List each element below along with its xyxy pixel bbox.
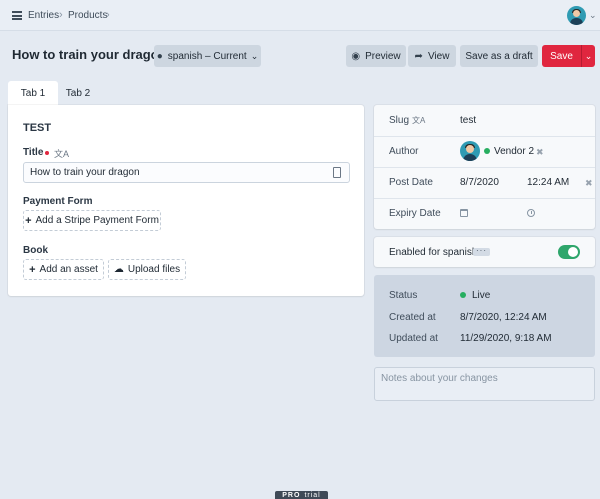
calendar-icon[interactable] xyxy=(460,209,468,217)
status-value: Live xyxy=(472,290,491,301)
title-input[interactable]: How to train your dragon xyxy=(23,162,350,183)
enabled-label: Enabled for spanish xyxy=(389,247,478,258)
upload-files-button[interactable]: ☁ Upload files xyxy=(108,259,186,280)
view-label: View xyxy=(427,50,450,62)
chevron-down-icon[interactable]: ⌄ xyxy=(589,10,597,21)
clear-post-date-icon[interactable]: ✖ xyxy=(585,178,593,189)
share-icon: ➦ xyxy=(414,50,423,62)
translate-icon: 文A xyxy=(412,116,426,125)
badge-trial: trial xyxy=(304,492,321,499)
save-draft-label: Save as a draft xyxy=(465,50,533,62)
post-time-input[interactable]: 12:24 AM xyxy=(527,177,569,188)
divider xyxy=(374,167,595,168)
post-date-input[interactable]: 8/7/2020 xyxy=(460,177,499,188)
breadcrumb-entries[interactable]: Entries xyxy=(28,10,59,21)
slug-input[interactable]: test xyxy=(460,115,476,126)
author-avatar xyxy=(460,141,480,161)
main-card: TEST Title 文A How to train your dragon P… xyxy=(8,105,364,296)
notes-placeholder: Notes about your changes xyxy=(381,373,498,384)
more-options-icon[interactable]: ··· xyxy=(473,247,490,256)
created-label: Created at xyxy=(389,312,436,323)
add-asset-label: Add an asset xyxy=(39,264,98,275)
status-dot xyxy=(484,148,490,154)
post-date-label: Post Date xyxy=(389,177,433,188)
created-value: 8/7/2020, 12:24 AM xyxy=(460,312,547,323)
clock-icon[interactable] xyxy=(527,209,535,217)
book-label: Book xyxy=(23,245,48,256)
add-stripe-payment-form-button[interactable]: + Add a Stripe Payment Form xyxy=(23,210,161,231)
status-label: Status xyxy=(389,290,418,301)
tab-2[interactable]: Tab 2 xyxy=(58,81,98,105)
badge-pro: PRO xyxy=(282,492,301,499)
locale-switcher[interactable]: ● spanish – Current ⌄ xyxy=(154,45,261,67)
title-input-value: How to train your dragon xyxy=(30,167,140,178)
required-indicator xyxy=(45,151,49,155)
enabled-card: Enabled for spanish ··· xyxy=(374,237,595,267)
breadcrumb-products[interactable]: Products xyxy=(68,10,107,21)
chevron-down-icon: ⌄ xyxy=(250,50,259,61)
character-count-icon xyxy=(333,167,341,178)
payment-form-label: Payment Form xyxy=(23,196,93,207)
tab-1[interactable]: Tab 1 xyxy=(8,81,58,105)
slug-label: Slug xyxy=(389,115,410,126)
expiry-date-label: Expiry Date xyxy=(389,208,441,219)
updated-label: Updated at xyxy=(389,333,438,344)
cloud-upload-icon: ☁ xyxy=(113,264,124,275)
translate-icon: 文A xyxy=(54,149,70,159)
page-title: How to train your dragon xyxy=(12,47,167,62)
edition-badge: PRO trial xyxy=(275,491,328,499)
avatar[interactable] xyxy=(567,6,586,25)
chevron-right-icon: › xyxy=(106,9,110,21)
menu-icon[interactable] xyxy=(12,11,22,20)
remove-author-icon[interactable]: ✖ xyxy=(536,147,544,158)
preview-label: Preview xyxy=(365,50,401,62)
add-asset-button[interactable]: + Add an asset xyxy=(23,259,104,280)
section-title: TEST xyxy=(23,122,52,134)
preview-button[interactable]: ◉ Preview xyxy=(346,45,406,67)
title-field-label: Title xyxy=(23,147,44,158)
meta-panel: Status Live Created at 8/7/2020, 12:24 A… xyxy=(374,275,595,357)
save-draft-button[interactable]: Save as a draft xyxy=(460,45,538,67)
plus-icon: + xyxy=(29,263,36,276)
notes-textarea[interactable]: Notes about your changes xyxy=(374,367,595,401)
view-button[interactable]: ➦ View xyxy=(408,45,456,67)
eye-icon: ◉ xyxy=(351,50,361,62)
entry-settings-card: Slug 文A test Author Vendor 2 ✖ Post Date… xyxy=(374,105,595,229)
plus-icon: + xyxy=(25,214,32,227)
author-label: Author xyxy=(389,146,419,157)
divider xyxy=(374,198,595,199)
chevron-down-icon: ⌄ xyxy=(584,50,593,61)
chevron-right-icon: › xyxy=(59,9,63,21)
save-label: Save xyxy=(550,50,573,62)
divider xyxy=(374,136,595,137)
updated-value: 11/29/2020, 9:18 AM xyxy=(460,333,552,344)
enabled-toggle[interactable] xyxy=(558,245,580,259)
save-options-button[interactable]: ⌄ xyxy=(581,45,595,67)
add-stripe-label: Add a Stripe Payment Form xyxy=(35,215,159,226)
status-live-dot xyxy=(460,292,466,298)
author-name[interactable]: Vendor 2 xyxy=(494,146,534,157)
globe-icon: ● xyxy=(156,50,163,62)
upload-files-label: Upload files xyxy=(127,264,181,275)
top-bar: Entries › Products › ⌄ xyxy=(0,0,600,31)
save-button[interactable]: Save xyxy=(542,45,581,67)
locale-label: spanish – Current xyxy=(167,50,247,62)
